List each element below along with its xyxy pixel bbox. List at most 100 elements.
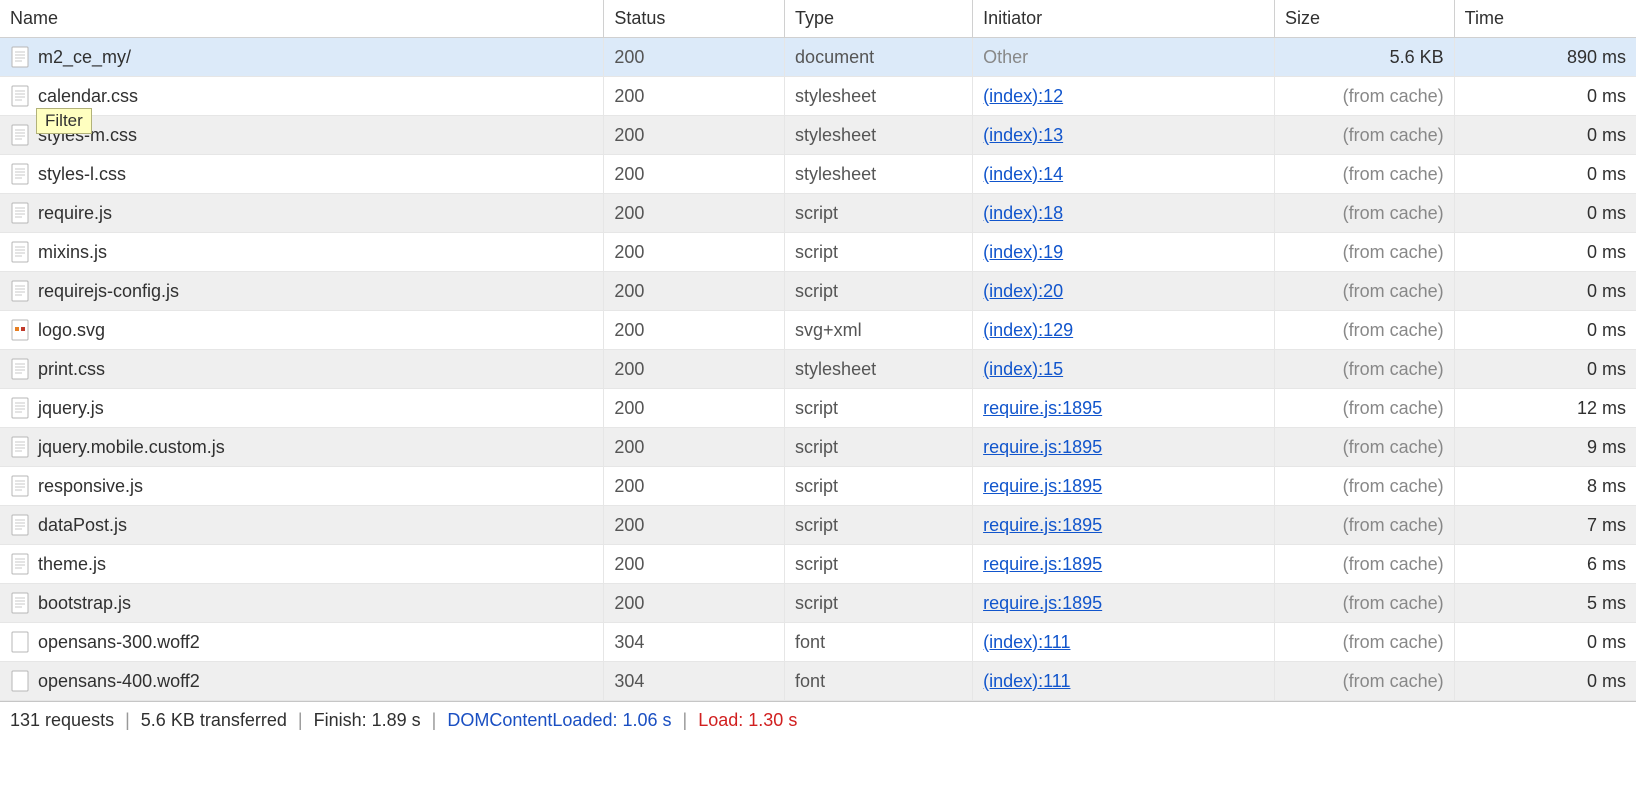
cell-size: (from cache) bbox=[1274, 428, 1454, 467]
cell-name[interactable]: styles-l.css bbox=[0, 155, 604, 194]
table-row[interactable]: require.js200script(index):18(from cache… bbox=[0, 194, 1636, 233]
cell-name[interactable]: styles-m.css bbox=[0, 116, 604, 155]
table-row[interactable]: jquery.mobile.custom.js200scriptrequire.… bbox=[0, 428, 1636, 467]
cell-size: (from cache) bbox=[1274, 311, 1454, 350]
cell-name[interactable]: m2_ce_my/ bbox=[0, 38, 604, 77]
initiator-link[interactable]: (index):14 bbox=[983, 164, 1063, 184]
initiator-link[interactable]: (index):15 bbox=[983, 359, 1063, 379]
table-row[interactable]: dataPost.js200scriptrequire.js:1895(from… bbox=[0, 506, 1636, 545]
initiator-link[interactable]: (index):111 bbox=[983, 671, 1070, 691]
initiator-link[interactable]: (index):18 bbox=[983, 203, 1063, 223]
doc-icon bbox=[10, 241, 30, 263]
initiator-link[interactable]: (index):129 bbox=[983, 320, 1073, 340]
cell-size: (from cache) bbox=[1274, 272, 1454, 311]
table-row[interactable]: m2_ce_my/200documentOther5.6 KB890 ms bbox=[0, 38, 1636, 77]
file-name: opensans-300.woff2 bbox=[38, 632, 200, 653]
cell-name[interactable]: opensans-300.woff2 bbox=[0, 623, 604, 662]
table-row[interactable]: responsive.js200scriptrequire.js:1895(fr… bbox=[0, 467, 1636, 506]
cell-name[interactable]: logo.svg bbox=[0, 311, 604, 350]
doc-icon bbox=[10, 163, 30, 185]
file-name: styles-m.css bbox=[38, 125, 137, 146]
file-name: bootstrap.js bbox=[38, 593, 131, 614]
summary-sep: | bbox=[677, 710, 694, 730]
table-row[interactable]: mixins.js200script(index):19(from cache)… bbox=[0, 233, 1636, 272]
cell-initiator: (index):111 bbox=[973, 623, 1275, 662]
cell-type: script bbox=[785, 545, 973, 584]
file-name: opensans-400.woff2 bbox=[38, 671, 200, 692]
initiator-link[interactable]: (index):19 bbox=[983, 242, 1063, 262]
initiator-text: Other bbox=[983, 47, 1028, 67]
cell-status: 200 bbox=[604, 77, 785, 116]
table-row[interactable]: calendar.css200stylesheet(index):12(from… bbox=[0, 77, 1636, 116]
table-row[interactable]: opensans-400.woff2304font(index):111(fro… bbox=[0, 662, 1636, 701]
cell-name[interactable]: mixins.js bbox=[0, 233, 604, 272]
col-header-name[interactable]: Name bbox=[0, 0, 604, 38]
cell-type: stylesheet bbox=[785, 77, 973, 116]
table-row[interactable]: opensans-300.woff2304font(index):111(fro… bbox=[0, 623, 1636, 662]
cell-type: font bbox=[785, 623, 973, 662]
file-name: m2_ce_my/ bbox=[38, 47, 131, 68]
cell-name[interactable]: jquery.js bbox=[0, 389, 604, 428]
cell-name[interactable]: opensans-400.woff2 bbox=[0, 662, 604, 701]
cell-name[interactable]: responsive.js bbox=[0, 467, 604, 506]
table-row[interactable]: jquery.js200scriptrequire.js:1895(from c… bbox=[0, 389, 1636, 428]
cell-initiator: (index):18 bbox=[973, 194, 1275, 233]
cell-status: 200 bbox=[604, 467, 785, 506]
initiator-link[interactable]: (index):13 bbox=[983, 125, 1063, 145]
table-row[interactable]: bootstrap.js200scriptrequire.js:1895(fro… bbox=[0, 584, 1636, 623]
initiator-link[interactable]: (index):20 bbox=[983, 281, 1063, 301]
initiator-link[interactable]: require.js:1895 bbox=[983, 515, 1102, 535]
cell-size: (from cache) bbox=[1274, 116, 1454, 155]
summary-bar: 131 requests | 5.6 KB transferred | Fini… bbox=[0, 701, 1636, 739]
col-header-size[interactable]: Size bbox=[1274, 0, 1454, 38]
initiator-link[interactable]: (index):111 bbox=[983, 632, 1070, 652]
cell-name[interactable]: bootstrap.js bbox=[0, 584, 604, 623]
cell-initiator: (index):20 bbox=[973, 272, 1275, 311]
col-header-status[interactable]: Status bbox=[604, 0, 785, 38]
doc-icon bbox=[10, 85, 30, 107]
blank-icon bbox=[10, 631, 30, 653]
cell-time: 0 ms bbox=[1454, 155, 1636, 194]
summary-load: Load: 1.30 s bbox=[698, 710, 797, 730]
initiator-link[interactable]: require.js:1895 bbox=[983, 437, 1102, 457]
cell-name[interactable]: theme.js bbox=[0, 545, 604, 584]
cell-name[interactable]: require.js bbox=[0, 194, 604, 233]
doc-icon bbox=[10, 358, 30, 380]
initiator-link[interactable]: require.js:1895 bbox=[983, 398, 1102, 418]
network-table: Name Status Type Initiator Size Time m2_… bbox=[0, 0, 1636, 701]
cell-time: 0 ms bbox=[1454, 194, 1636, 233]
cell-size: (from cache) bbox=[1274, 545, 1454, 584]
initiator-link[interactable]: (index):12 bbox=[983, 86, 1063, 106]
cell-time: 5 ms bbox=[1454, 584, 1636, 623]
cell-initiator: require.js:1895 bbox=[973, 584, 1275, 623]
cell-type: font bbox=[785, 662, 973, 701]
cell-name[interactable]: calendar.css bbox=[0, 77, 604, 116]
table-row[interactable]: theme.js200scriptrequire.js:1895(from ca… bbox=[0, 545, 1636, 584]
cell-name[interactable]: requirejs-config.js bbox=[0, 272, 604, 311]
initiator-link[interactable]: require.js:1895 bbox=[983, 554, 1102, 574]
table-row[interactable]: print.css200stylesheet(index):15(from ca… bbox=[0, 350, 1636, 389]
doc-icon bbox=[10, 397, 30, 419]
initiator-link[interactable]: require.js:1895 bbox=[983, 476, 1102, 496]
doc-icon bbox=[10, 475, 30, 497]
col-header-initiator[interactable]: Initiator bbox=[973, 0, 1275, 38]
initiator-link[interactable]: require.js:1895 bbox=[983, 593, 1102, 613]
table-row[interactable]: styles-l.css200stylesheet(index):14(from… bbox=[0, 155, 1636, 194]
table-row[interactable]: styles-m.css200stylesheet(index):13(from… bbox=[0, 116, 1636, 155]
cell-name[interactable]: dataPost.js bbox=[0, 506, 604, 545]
cell-type: document bbox=[785, 38, 973, 77]
table-row[interactable]: requirejs-config.js200script(index):20(f… bbox=[0, 272, 1636, 311]
table-row[interactable]: logo.svg200svg+xml(index):129(from cache… bbox=[0, 311, 1636, 350]
col-header-time[interactable]: Time bbox=[1454, 0, 1636, 38]
summary-finish: Finish: 1.89 s bbox=[314, 710, 421, 730]
doc-icon bbox=[10, 436, 30, 458]
summary-transferred: 5.6 KB transferred bbox=[141, 710, 287, 730]
col-header-type[interactable]: Type bbox=[785, 0, 973, 38]
cell-name[interactable]: jquery.mobile.custom.js bbox=[0, 428, 604, 467]
cell-name[interactable]: print.css bbox=[0, 350, 604, 389]
cell-initiator: (index):12 bbox=[973, 77, 1275, 116]
cell-status: 200 bbox=[604, 116, 785, 155]
cell-initiator: (index):111 bbox=[973, 662, 1275, 701]
cell-time: 8 ms bbox=[1454, 467, 1636, 506]
cell-initiator: (index):13 bbox=[973, 116, 1275, 155]
